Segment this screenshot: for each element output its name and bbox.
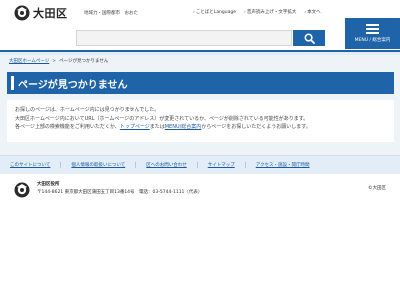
breadcrumb-home-link[interactable]: 大田区ホームページ — [9, 58, 49, 64]
message-text: からページをお探しいただくようお願いします。 — [201, 124, 311, 130]
ota-emblem-icon — [14, 182, 30, 198]
office-address: 〒144-8621 東京都大田区蒲田五丁目13番14号 電話：03-5744-1… — [37, 190, 203, 195]
footer-link-sitemap[interactable]: サイトマップ — [198, 162, 246, 168]
top-utility-links: ことばとLanguage 音声読み上げ・文字拡大 本文へ — [193, 9, 321, 15]
breadcrumb-separator: > — [52, 58, 57, 64]
page-title: ページが見つかりません — [18, 79, 128, 91]
copyright: ©大田区 — [368, 186, 386, 191]
site-footer: 大田区役所 〒144-8621 東京都大田区蒲田五丁目13番14号 電話：03-… — [0, 174, 400, 204]
search-icon — [304, 33, 315, 44]
menu-button[interactable]: MENU / 総合案内 — [345, 18, 400, 49]
footer-link-about-site[interactable]: このサイトについて — [0, 162, 62, 168]
breadcrumb-current: ページが見つかりません — [59, 59, 109, 64]
site-tagline: 地域力・国際都市 おおた — [84, 11, 138, 16]
site-logo-link[interactable]: 大田区 — [14, 5, 68, 21]
footer-link-privacy[interactable]: 個人情報の取扱いについて — [61, 162, 137, 168]
menu-guide-link[interactable]: MENU/総合案内 — [165, 124, 202, 130]
language-link[interactable]: ことばとLanguage — [193, 9, 236, 15]
message-text: または — [149, 124, 165, 130]
office-name: 大田区役所 — [37, 182, 60, 187]
accessibility-link[interactable]: 音声読み上げ・文字拡大 — [244, 9, 297, 15]
search-box — [76, 30, 292, 52]
footer-link-contact[interactable]: 区へのお問い合わせ — [136, 162, 198, 168]
message-line-3: 各ページ上部の検索機能をご利用いただくか、トップページまたはMENU/総合案内か… — [15, 123, 386, 132]
message-text: 各ページ上部の検索機能をご利用いただくか、 — [15, 124, 120, 130]
site-header: 大田区 地域力・国際都市 おおた ことばとLanguage 音声読み上げ・文字拡… — [0, 0, 400, 52]
hamburger-icon — [366, 24, 379, 34]
breadcrumb: 大田区ホームページ > ページが見つかりません — [0, 55, 400, 67]
footer-link-access[interactable]: アクセス・施設・開庁時間 — [246, 162, 320, 168]
page-title-bar: ページが見つかりません — [7, 72, 394, 94]
footer-nav: このサイトについて 個人情報の取扱いについて 区へのお問い合わせ サイトマップ … — [0, 155, 400, 174]
message-line-1: お探しのページは、ホームページ内には見つかりませんでした。 — [15, 107, 160, 113]
top-page-link[interactable]: トップページ — [120, 124, 150, 130]
not-found-message: お探しのページは、ホームページ内には見つかりませんでした。 大田区ホームページ内… — [7, 100, 394, 142]
site-name: 大田区 — [33, 7, 68, 20]
ota-emblem-icon — [14, 5, 30, 21]
skip-to-content-link[interactable]: 本文へ — [304, 9, 321, 15]
search-button[interactable] — [293, 30, 325, 46]
menu-label: MENU / 総合案内 — [354, 38, 391, 43]
message-line-2: 大田区ホームページ内においてURL（ホームページのアドレス）が変更されているか、… — [15, 115, 309, 122]
title-accent-bar — [11, 76, 14, 90]
